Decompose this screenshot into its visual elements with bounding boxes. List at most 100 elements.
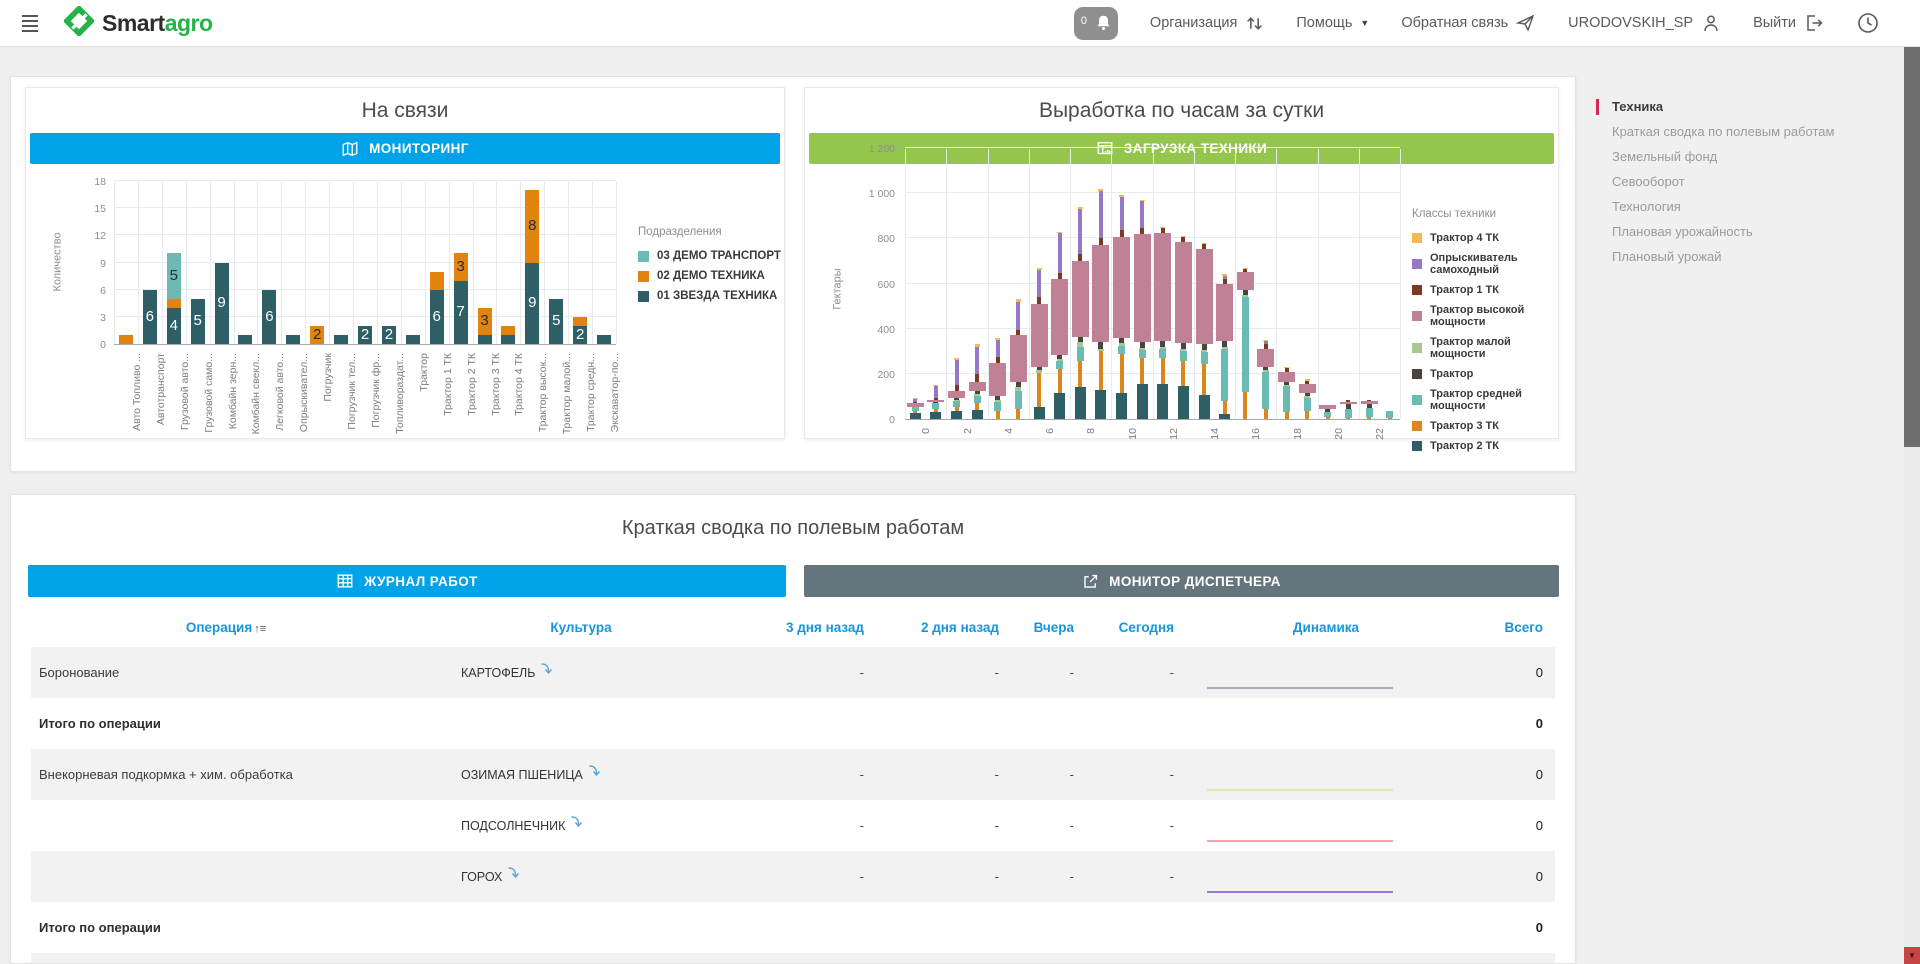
bar-segment[interactable] <box>969 382 986 391</box>
bar-segment[interactable] <box>989 363 1006 397</box>
logout-button[interactable]: Выйти <box>1753 13 1824 33</box>
bar-segment[interactable]: 6 <box>143 290 157 344</box>
bar-segment[interactable] <box>1367 417 1371 419</box>
bar-segment[interactable] <box>597 335 611 344</box>
bar-segment[interactable] <box>1305 393 1310 396</box>
bar-segment[interactable] <box>912 407 919 412</box>
bar-segment[interactable] <box>1243 290 1248 295</box>
work-journal-button[interactable]: ЖУРНАЛ РАБОТ <box>28 565 786 597</box>
bar-segment[interactable] <box>974 394 980 396</box>
bar-segment[interactable] <box>1016 299 1021 301</box>
bar-segment[interactable] <box>1285 412 1289 419</box>
bar-segment[interactable] <box>955 407 959 412</box>
bar-segment[interactable] <box>1201 350 1207 352</box>
bar-segment[interactable] <box>1037 268 1042 270</box>
bar-segment[interactable] <box>1223 276 1227 279</box>
bar-segment[interactable] <box>1201 352 1208 363</box>
bar-segment[interactable]: 2 <box>358 326 372 344</box>
bar-segment[interactable] <box>1139 348 1145 350</box>
bar-segment[interactable] <box>954 398 959 400</box>
bar-segment[interactable] <box>1219 414 1230 419</box>
bar-segment[interactable] <box>1120 230 1124 237</box>
bar-segment[interactable] <box>1078 254 1082 261</box>
bar-segment[interactable] <box>955 360 959 385</box>
bar-segment[interactable] <box>996 340 1000 357</box>
bar-segment[interactable] <box>996 411 1000 419</box>
bar-segment[interactable]: 5 <box>549 299 563 344</box>
bar-segment[interactable] <box>1161 228 1165 233</box>
bar-segment[interactable] <box>1366 408 1373 417</box>
bar-segment[interactable] <box>1119 338 1124 344</box>
bar-segment[interactable] <box>1361 401 1378 404</box>
bar-segment[interactable] <box>1057 355 1062 360</box>
bar-segment[interactable]: 6 <box>430 290 444 344</box>
bar-segment[interactable] <box>1278 372 1295 382</box>
bar-segment[interactable] <box>954 358 959 360</box>
bar-segment[interactable] <box>1178 386 1189 419</box>
bar-segment[interactable] <box>1134 234 1151 342</box>
bar-segment[interactable] <box>995 400 1001 402</box>
bar-segment[interactable] <box>1367 404 1372 407</box>
bar-segment[interactable] <box>1037 270 1041 297</box>
legend-item[interactable]: Трактор 1 ТК <box>1412 284 1558 296</box>
bar-segment[interactable]: 4 <box>167 308 181 344</box>
bar-segment[interactable] <box>934 409 938 412</box>
bar-segment[interactable] <box>1140 228 1144 234</box>
bar-segment[interactable] <box>478 335 492 344</box>
legend-item[interactable]: Трактор высокой мощности <box>1412 304 1558 328</box>
bar-segment[interactable] <box>1263 370 1269 371</box>
bar-segment[interactable] <box>1054 393 1065 419</box>
sidebar-item-2[interactable]: Краткая сводка по полевым работам <box>1590 125 1890 139</box>
bar-segment[interactable] <box>1154 233 1171 341</box>
session-clock-icon[interactable] <box>1856 11 1880 35</box>
bar-segment[interactable] <box>1202 344 1207 350</box>
bar-segment[interactable] <box>1120 197 1124 231</box>
column-header-1[interactable]: Операция↑≡ <box>31 620 421 635</box>
bar-segment[interactable] <box>1016 409 1020 419</box>
legend-item[interactable]: Трактор 2 ТК <box>1412 440 1558 452</box>
bar-segment[interactable] <box>1285 368 1289 371</box>
user-menu[interactable]: URODOVSKIH_SP <box>1568 13 1721 33</box>
bar-segment[interactable] <box>1099 238 1103 245</box>
bar-segment[interactable] <box>1325 409 1330 412</box>
bar-segment[interactable] <box>573 317 587 326</box>
bar-segment[interactable] <box>1099 191 1103 238</box>
dispatcher-monitor-button[interactable]: МОНИТОР ДИСПЕТЧЕРА <box>804 565 1559 597</box>
bar-segment[interactable]: 5 <box>167 253 181 298</box>
bar-segment[interactable] <box>1072 261 1089 337</box>
bar-segment[interactable] <box>907 403 924 406</box>
page-scrollbar-thumb[interactable] <box>1904 47 1920 447</box>
bar-segment[interactable] <box>1346 418 1350 419</box>
sidebar-item-4[interactable]: Севооборот <box>1590 175 1890 189</box>
notifications-bell-icon[interactable]: 0 <box>1074 7 1118 40</box>
bar-segment[interactable] <box>1057 232 1062 233</box>
bar-segment[interactable]: 8 <box>525 190 539 262</box>
bar-segment[interactable] <box>1098 189 1103 191</box>
bar-segment[interactable] <box>1304 398 1311 412</box>
bar-segment[interactable] <box>1098 342 1103 349</box>
bar-segment[interactable] <box>1078 209 1082 254</box>
bar-segment[interactable]: 3 <box>454 253 468 280</box>
bar-segment[interactable] <box>1016 382 1021 388</box>
bar-segment[interactable] <box>1159 349 1166 358</box>
bar-segment[interactable] <box>1345 409 1352 418</box>
drill-through-arrow-icon[interactable] <box>540 662 554 676</box>
bar-segment[interactable] <box>1095 390 1106 419</box>
bar-segment[interactable] <box>119 335 133 344</box>
bar-segment[interactable] <box>1119 343 1125 345</box>
bar-segment[interactable] <box>1386 411 1393 418</box>
bar-segment[interactable] <box>1140 342 1145 348</box>
bar-segment[interactable] <box>430 272 444 290</box>
bar-segment[interactable] <box>1319 405 1336 408</box>
bar-segment[interactable] <box>913 411 917 413</box>
bar-segment[interactable] <box>406 335 420 344</box>
bar-segment[interactable] <box>1077 347 1084 362</box>
legend-item[interactable]: Трактор 3 ТК <box>1412 420 1558 432</box>
bar-segment[interactable] <box>1118 346 1125 354</box>
bar-segment[interactable] <box>1284 367 1289 368</box>
bar-segment[interactable]: 7 <box>454 281 468 344</box>
bar-segment[interactable]: 3 <box>478 308 492 335</box>
column-header-8[interactable]: Всего <box>1466 620 1555 635</box>
bar-segment[interactable] <box>1034 407 1045 419</box>
bar-segment[interactable] <box>953 401 960 407</box>
